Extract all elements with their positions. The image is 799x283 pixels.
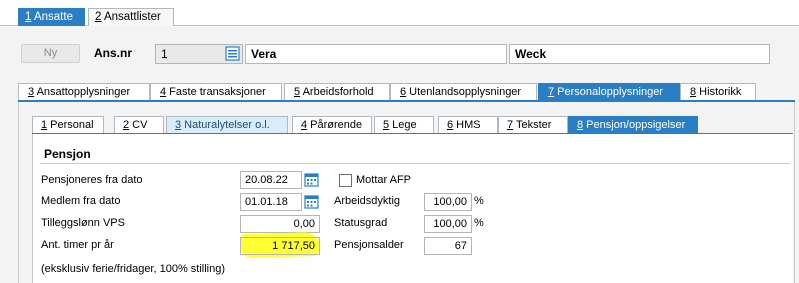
tab-personalopplysninger[interactable]: 7 Personalopplysninger <box>538 83 680 101</box>
tab-faste-transaksjoner[interactable]: 4 Faste transaksjoner <box>150 83 282 101</box>
pension-age-input[interactable]: 67 <box>424 237 472 255</box>
work-capacity-input[interactable]: 100,00 <box>424 193 472 211</box>
tab-parorende[interactable]: 4 Pårørende <box>292 116 372 134</box>
tab-label: Naturalytelser o.l. <box>181 119 270 131</box>
pensioned-from-value: 20.08.22 <box>245 174 288 186</box>
supplement-input[interactable]: 0,00 <box>240 215 320 233</box>
tab-ansatte[interactable]: 1 Ansatte <box>18 8 85 26</box>
tab-label: Pensjon/oppsigelser <box>583 119 686 131</box>
afp-checkbox[interactable] <box>339 174 352 187</box>
work-capacity-label: Arbeidsdyktig <box>334 195 401 207</box>
member-from-label: Medlem fra dato <box>41 195 121 207</box>
supplement-value: 0,00 <box>293 218 315 230</box>
afp-label: Mottar AFP <box>356 174 412 186</box>
calendar-icon[interactable] <box>304 194 319 209</box>
member-from-input[interactable]: 01.01.18 <box>240 193 302 211</box>
last-name-value: Weck <box>515 47 547 61</box>
top-tab-bar: 1 Ansatte 2 Ansattlister <box>0 0 799 26</box>
percent-sign: % <box>474 217 484 229</box>
hours-value: 1 717,50 <box>272 240 315 252</box>
tab-tekster[interactable]: 7 Tekster <box>498 116 568 134</box>
tab-label: Ansatte <box>31 11 73 23</box>
section-title: Pensjon <box>44 147 91 161</box>
tab-label: Historikk <box>696 86 742 98</box>
status-value: 100,00 <box>433 218 467 230</box>
member-from-value: 01.01.18 <box>245 196 288 208</box>
tab-label: Personal <box>47 119 94 131</box>
tab-historikk[interactable]: 8 Historikk <box>680 83 756 101</box>
tab-label: Ansattopplysninger <box>34 86 131 98</box>
list-icon[interactable] <box>225 45 240 62</box>
tab-label: Faste transaksjoner <box>166 86 266 98</box>
tab-label: Pårørende <box>307 119 363 131</box>
ansnr-label: Ans.nr <box>94 46 133 60</box>
tab-arbeidsforhold[interactable]: 5 Arbeidsforhold <box>284 83 390 101</box>
tab-ansattopplysninger[interactable]: 3 Ansattopplysninger <box>18 83 150 101</box>
tab-naturalytelser[interactable]: 3 Naturalytelser o.l. <box>166 116 288 134</box>
pension-content <box>32 134 793 283</box>
calendar-icon[interactable] <box>304 172 319 187</box>
tab-label: HMS <box>453 119 481 131</box>
hours-label: Ant. timer pr år <box>41 239 114 251</box>
supplement-label: Tilleggslønn VPS <box>41 217 125 229</box>
tab-ansattlister[interactable]: 2 Ansattlister <box>88 8 174 26</box>
note-text: (eksklusiv ferie/fridager, 100% stilling… <box>41 263 226 275</box>
tab-personal[interactable]: 1 Personal <box>32 116 104 134</box>
tab-utenlandsopplysninger[interactable]: 6 Utenlandsopplysninger <box>390 83 537 101</box>
pension-age-label: Pensjonsalder <box>334 239 404 251</box>
tab-label: Personalopplysninger <box>554 86 663 98</box>
tab-cv[interactable]: 2 CV <box>114 116 164 134</box>
tab-label: Ansattlister <box>101 11 161 23</box>
status-input[interactable]: 100,00 <box>424 215 472 233</box>
work-capacity-value: 100,00 <box>433 196 467 208</box>
tab-label: Arbeidsforhold <box>300 86 374 98</box>
first-name-field[interactable]: Vera <box>245 44 507 64</box>
last-name-field[interactable]: Weck <box>509 44 770 64</box>
tab-label: Utenlandsopplysninger <box>406 86 522 98</box>
ansnr-value: 1 <box>161 47 168 61</box>
tab-label: Lege <box>389 119 417 131</box>
tab-label: CV <box>129 119 148 131</box>
tab-pensjon-oppsigelser[interactable]: 8 Pensjon/oppsigelser <box>568 116 698 134</box>
percent-sign: % <box>474 195 484 207</box>
tab-hms[interactable]: 6 HMS <box>438 116 498 134</box>
status-label: Statusgrad <box>334 217 388 229</box>
section-divider <box>40 163 790 164</box>
hours-input[interactable]: 1 717,50 <box>240 237 320 255</box>
tab-label: Tekster <box>513 119 552 131</box>
tab-lege[interactable]: 5 Lege <box>374 116 434 134</box>
pension-age-value: 67 <box>454 240 467 252</box>
pensioned-from-input[interactable]: 20.08.22 <box>240 171 302 189</box>
pensioned-from-label: Pensjoneres fra dato <box>41 174 143 186</box>
first-name-value: Vera <box>251 47 277 61</box>
new-button[interactable]: Ny <box>21 44 80 63</box>
